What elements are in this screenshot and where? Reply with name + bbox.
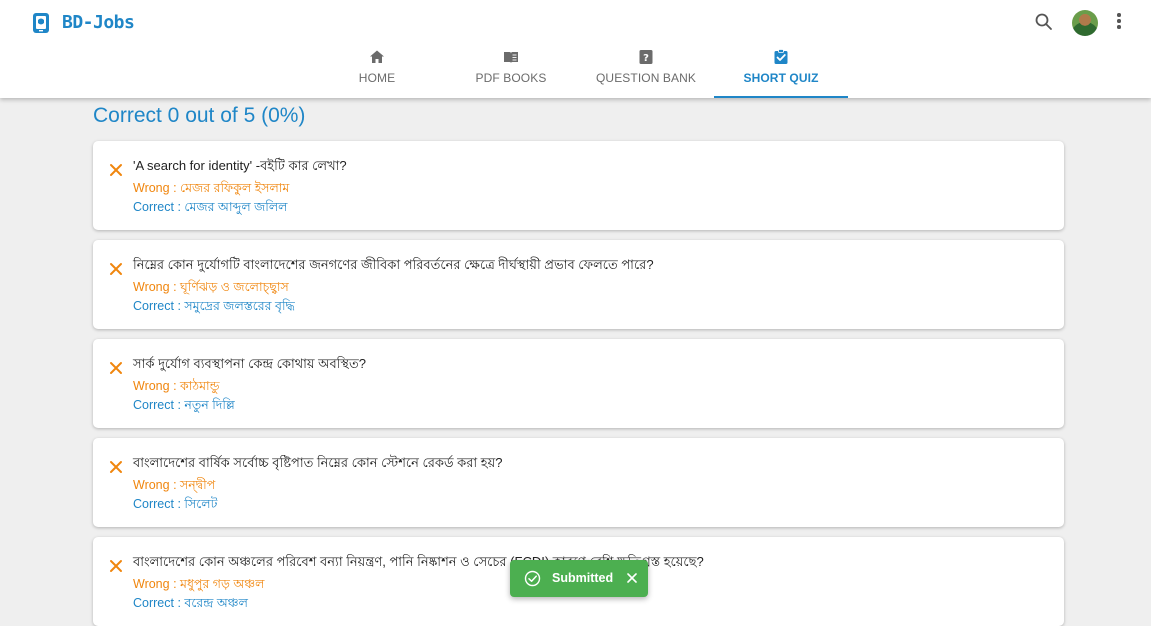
correct-label: Correct :	[133, 299, 181, 313]
question-text: বাংলাদেশের বার্ষিক সর্বোচ্চ বৃষ্টিপাত নি…	[133, 455, 503, 470]
wrong-mark-icon	[110, 263, 122, 275]
correct-answer: Correct : নতুন দিল্লি	[133, 397, 235, 417]
more-vert-icon[interactable]	[1114, 13, 1124, 33]
question-text: সার্ক দুর্যোগ ব্যবস্থাপনা কেন্দ্র কোথায়…	[133, 356, 366, 371]
tab-short-quiz-label: SHORT QUIZ	[743, 71, 819, 85]
wrong-label: Wrong :	[133, 379, 177, 393]
correct-value: নতুন দিল্লি	[184, 398, 235, 412]
correct-answer: Correct : বরেন্দ্র অঞ্চল	[133, 595, 248, 615]
correct-label: Correct :	[133, 596, 181, 610]
correct-value: সিলেট	[184, 497, 218, 511]
submitted-toast: Submitted	[510, 560, 648, 597]
tab-pdf-books[interactable]: PDF BOOKS	[444, 44, 578, 98]
wrong-answer: Wrong : মধুপুর গড় অঞ্চল	[133, 576, 264, 596]
wrong-value: মধুপুর গড় অঞ্চল	[180, 577, 265, 591]
search-icon[interactable]	[1034, 12, 1054, 32]
correct-answer: Correct : সমুদ্রের জলস্তরের বৃদ্ধি	[133, 298, 295, 318]
wrong-answer: Wrong : ঘূর্ণিঝড় ও জলোচ্ছ্বাস	[133, 279, 289, 299]
tab-pdf-books-label: PDF BOOKS	[475, 71, 547, 85]
wrong-value: ঘূর্ণিঝড় ও জলোচ্ছ্বাস	[180, 280, 289, 294]
wrong-mark-icon	[110, 560, 122, 572]
wrong-label: Wrong :	[133, 577, 177, 591]
question-text: নিম্নের কোন দুর্যোগটি বাংলাদেশের জনগণের …	[133, 257, 654, 272]
tab-short-quiz[interactable]: SHORT QUIZ	[714, 44, 848, 98]
wrong-value: সন্দ্বীপ	[180, 478, 216, 492]
wrong-answer: Wrong : সন্দ্বীপ	[133, 477, 215, 497]
answer-card: নিম্নের কোন দুর্যোগটি বাংলাদেশের জনগণের …	[93, 240, 1064, 329]
correct-value: বরেন্দ্র অঞ্চল	[184, 596, 248, 610]
wrong-value: কাঠমান্ডু	[180, 379, 220, 393]
wrong-label: Wrong :	[133, 478, 177, 492]
score-summary: Correct 0 out of 5 (0%)	[93, 104, 306, 127]
toast-message: Submitted	[552, 571, 614, 585]
correct-label: Correct :	[133, 200, 181, 214]
answer-card: সার্ক দুর্যোগ ব্যবস্থাপনা কেন্দ্র কোথায়…	[93, 339, 1064, 428]
correct-value: সমুদ্রের জলস্তরের বৃদ্ধি	[184, 299, 295, 313]
correct-answer: Correct : মেজর আব্দুল জলিল	[133, 199, 288, 219]
question-text: 'A search for identity' -বইটি কার লেখা?	[133, 158, 347, 173]
wrong-label: Wrong :	[133, 181, 177, 195]
tab-home-label: HOME	[358, 71, 396, 85]
wrong-mark-icon	[110, 461, 122, 473]
app-title[interactable]: BD-Jobs	[62, 12, 135, 33]
close-icon[interactable]	[626, 572, 638, 584]
wrong-label: Wrong :	[133, 280, 177, 294]
wrong-answer: Wrong : কাঠমান্ডু	[133, 378, 220, 398]
book-icon	[504, 52, 518, 63]
help-box-icon: ?	[639, 50, 653, 64]
correct-answer: Correct : সিলেট	[133, 496, 217, 516]
answer-card: 'A search for identity' -বইটি কার লেখা? …	[93, 141, 1064, 230]
app-logo-icon	[33, 13, 49, 33]
clipboard-check-icon	[774, 49, 788, 64]
tab-question-bank[interactable]: ? QUESTION BANK	[578, 44, 714, 98]
wrong-value: মেজর রফিকুল ইসলাম	[180, 181, 290, 195]
home-icon	[370, 50, 384, 63]
answer-card: বাংলাদেশের বার্ষিক সর্বোচ্চ বৃষ্টিপাত নি…	[93, 438, 1064, 527]
wrong-mark-icon	[110, 164, 122, 176]
check-circle-icon	[524, 570, 541, 587]
avatar[interactable]	[1072, 10, 1098, 36]
correct-label: Correct :	[133, 497, 181, 511]
wrong-mark-icon	[110, 362, 122, 374]
app-bar: BD-Jobs HOME PDF BOOKS ? QUESTION BANK S…	[0, 0, 1151, 98]
correct-label: Correct :	[133, 398, 181, 412]
tab-question-bank-label: QUESTION BANK	[596, 71, 696, 85]
tab-home[interactable]: HOME	[310, 44, 444, 98]
svg-text:?: ?	[643, 53, 649, 64]
wrong-answer: Wrong : মেজর রফিকুল ইসলাম	[133, 180, 289, 200]
correct-value: মেজর আব্দুল জলিল	[184, 200, 288, 214]
